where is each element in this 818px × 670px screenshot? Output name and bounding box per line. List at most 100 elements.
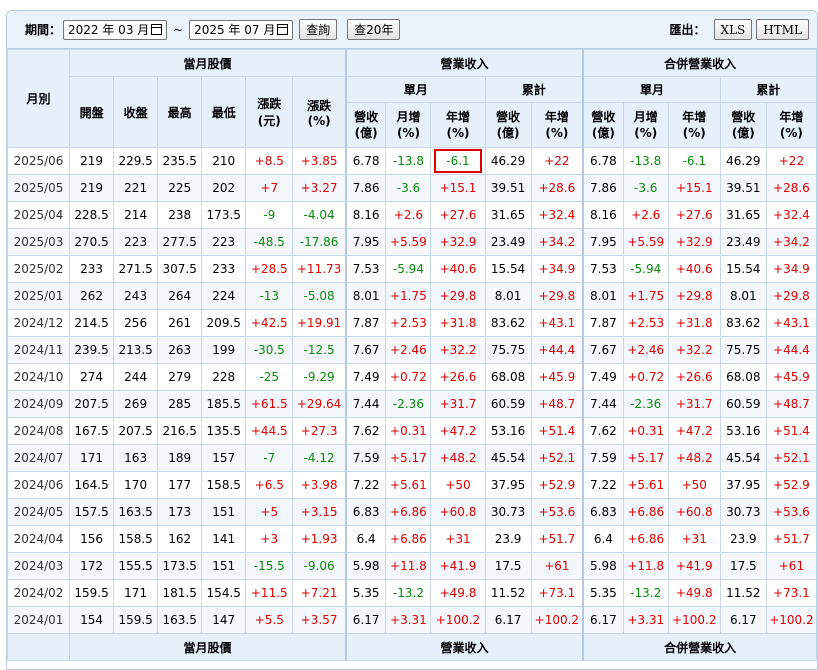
calendar-icon[interactable] <box>277 24 289 35</box>
table-row: 2025/04 228.5 214 238 173.5 -9 -4.04 8.16 +2.6 +2… <box>7 201 817 229</box>
data-cell: 262 <box>69 282 115 310</box>
data-cell: +51.4 <box>765 417 817 445</box>
range-separator: ~ <box>173 22 184 37</box>
data-cell: 163 <box>113 444 159 472</box>
data-cell: 68.08 <box>719 363 767 391</box>
data-cell: 5.35 <box>344 579 387 607</box>
data-cell: +3.27 <box>292 174 347 202</box>
data-cell: +5.59 <box>385 228 432 256</box>
month-cell: 2024/04 <box>7 525 71 553</box>
data-cell: +26.6 <box>667 363 721 391</box>
data-cell: +51.7 <box>530 525 584 553</box>
data-cell: -6.1 <box>430 147 486 175</box>
footer-stock-group: 當月股價 <box>69 633 347 661</box>
revenue-panel: 期間： 2022 年 03 月 ~ 2025 年 07 月 查詢 查20年 匯出… <box>6 10 818 670</box>
export-html-button[interactable]: HTML <box>756 19 809 40</box>
month-cell: 2024/05 <box>7 498 71 526</box>
cons-cumulative-amount-header: 營收 (億) <box>719 102 767 148</box>
data-cell: 239.5 <box>69 336 115 364</box>
data-cell: +28.6 <box>530 174 584 202</box>
data-cell: 233 <box>69 255 115 283</box>
end-date-input[interactable]: 2025 年 07 月 <box>189 19 294 40</box>
data-cell: 214.5 <box>69 309 115 337</box>
data-cell: 147 <box>201 606 247 634</box>
data-cell: 8.01 <box>719 282 767 310</box>
data-cell: +5.17 <box>622 444 669 472</box>
data-cell: +32.9 <box>667 228 721 256</box>
data-cell: 214 <box>113 201 159 229</box>
data-cell: +0.72 <box>622 363 669 391</box>
export-xls-button[interactable]: XLS <box>713 19 753 40</box>
data-cell: -4.04 <box>292 201 347 229</box>
footer-month-cell <box>7 633 71 661</box>
data-cell: +31.8 <box>667 309 721 337</box>
data-cell: +29.64 <box>292 390 347 418</box>
data-cell: 7.86 <box>582 174 624 202</box>
table-row: 2024/08 167.5 207.5 216.5 135.5 +44.5 +27.3 7.6… <box>7 417 817 445</box>
data-cell: +49.8 <box>430 579 486 607</box>
data-cell: +5.5 <box>245 606 294 634</box>
data-cell: 7.87 <box>582 309 624 337</box>
data-cell: 269 <box>113 390 159 418</box>
data-cell: +11.8 <box>385 552 432 580</box>
month-cell: 2024/01 <box>7 606 71 634</box>
query-button[interactable]: 查詢 <box>299 19 338 40</box>
data-cell: 170 <box>113 471 159 499</box>
data-cell: 235.5 <box>157 147 203 175</box>
table-row: 2024/11 239.5 213.5 263 199 -30.5 -12.5 7.67 +2.… <box>7 336 817 364</box>
data-cell: 30.73 <box>719 498 767 526</box>
end-date-value: 2025 年 07 月 <box>194 23 276 37</box>
data-cell: 39.51 <box>484 174 532 202</box>
data-cell: 8.16 <box>582 201 624 229</box>
month-cell: 2024/06 <box>7 471 71 499</box>
data-cell: -13.8 <box>385 147 432 175</box>
calendar-icon[interactable] <box>151 24 163 35</box>
data-cell: 6.17 <box>484 606 532 634</box>
data-cell: +27.6 <box>667 201 721 229</box>
data-cell: 30.73 <box>484 498 532 526</box>
high-header: 最高 <box>157 76 203 148</box>
data-cell: +8.5 <box>245 147 294 175</box>
data-cell: 15.54 <box>719 255 767 283</box>
query-20-years-button[interactable]: 查20年 <box>347 19 401 40</box>
data-cell: 207.5 <box>69 390 115 418</box>
table-row: 2024/06 164.5 170 177 158.5 +6.5 +3.98 7.22 +5.6… <box>7 471 817 499</box>
month-header: 月別 <box>7 49 71 148</box>
rev-monthly-yoy-header: 年增 (%) <box>430 102 486 148</box>
table-row: 2025/02 233 271.5 307.5 233 +28.5 +11.73 7.53 -5… <box>7 255 817 283</box>
cons-monthly-amount-header: 營收 (億) <box>582 102 624 148</box>
data-cell: +6.86 <box>622 498 669 526</box>
data-cell: 229.5 <box>113 147 159 175</box>
revenue-table-body: 2025/06 219 229.5 235.5 210 +8.5 +3.85 6.78 -13.… <box>7 147 817 634</box>
data-cell: 189 <box>157 444 203 472</box>
data-cell: 23.49 <box>719 228 767 256</box>
data-cell: +27.3 <box>292 417 347 445</box>
data-cell: +43.1 <box>765 309 817 337</box>
data-cell: +5.59 <box>622 228 669 256</box>
data-cell: 53.16 <box>484 417 532 445</box>
data-cell: +29.8 <box>667 282 721 310</box>
data-cell: 221 <box>113 174 159 202</box>
data-cell: +51.7 <box>765 525 817 553</box>
table-row: 2025/03 270.5 223 277.5 223 -48.5 -17.86 7.95 +5… <box>7 228 817 256</box>
data-cell: 164.5 <box>69 471 115 499</box>
data-cell: 277.5 <box>157 228 203 256</box>
open-header: 開盤 <box>69 76 115 148</box>
data-cell: 210 <box>201 147 247 175</box>
data-cell: +3.98 <box>292 471 347 499</box>
rev-monthly-mom-header: 月增 (%) <box>385 102 432 148</box>
data-cell: 173.5 <box>157 552 203 580</box>
consolidated-cumulative-header: 累計 <box>719 76 817 103</box>
data-cell: +32.4 <box>765 201 817 229</box>
data-cell: 6.83 <box>582 498 624 526</box>
data-cell: 256 <box>113 309 159 337</box>
start-date-input[interactable]: 2022 年 03 月 <box>63 19 168 40</box>
data-cell: +61 <box>530 552 584 580</box>
data-cell: 6.4 <box>582 525 624 553</box>
data-cell: +3 <box>245 525 294 553</box>
start-date-value: 2022 年 03 月 <box>68 23 150 37</box>
export-label: 匯出： <box>669 23 706 37</box>
data-cell: 162 <box>157 525 203 553</box>
data-cell: 53.16 <box>719 417 767 445</box>
data-cell: +48.7 <box>530 390 584 418</box>
